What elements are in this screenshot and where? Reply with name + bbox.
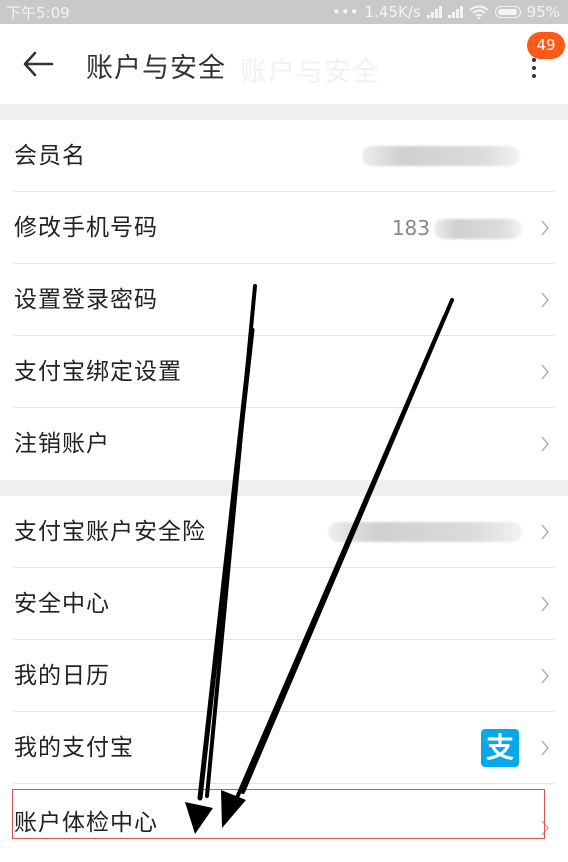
more-vertical-icon[interactable] (524, 58, 544, 82)
blurred-value (328, 522, 522, 542)
row-label: 注销账户 (14, 431, 110, 457)
blurred-value (362, 146, 520, 166)
row-account-checkup[interactable]: 账户体检中心 (14, 784, 554, 856)
chevron-right-icon (541, 364, 550, 380)
row-label: 我的日历 (14, 663, 110, 689)
network-speed: 1.45K/s (364, 3, 421, 21)
section-divider (0, 104, 568, 120)
row-label: 支付宝账户安全险 (14, 519, 206, 545)
row-member-name[interactable]: 会员名 (14, 120, 554, 192)
notification-badge: 49 (527, 32, 565, 59)
signal-icon-2 (447, 6, 463, 18)
phone-prefix: 183 (391, 216, 430, 240)
row-label: 会员名 (14, 143, 86, 169)
row-label: 支付宝绑定设置 (14, 359, 182, 385)
status-dots: ••• (332, 3, 359, 21)
row-label: 安全中心 (14, 591, 110, 617)
battery-icon (494, 6, 521, 18)
battery-level: 95% (526, 3, 560, 21)
status-time: 下午5:09 (6, 3, 70, 22)
app-header: 账户与安全 账户与安全 49 (0, 24, 568, 104)
blurred-value (434, 219, 522, 239)
chevron-right-icon (541, 596, 550, 612)
row-alipay-binding[interactable]: 支付宝绑定设置 (14, 336, 554, 408)
chevron-right-icon (541, 740, 550, 756)
alipay-icon: 支 (481, 729, 519, 767)
chevron-right-icon (541, 524, 550, 540)
chevron-right-icon (541, 292, 550, 308)
row-my-alipay[interactable]: 我的支付宝 支 (14, 712, 554, 784)
chevron-right-icon (541, 220, 550, 236)
status-indicators: ••• 1.45K/s 95% (332, 3, 560, 21)
chevron-right-icon (541, 436, 550, 452)
row-label: 账户体检中心 (14, 810, 158, 836)
status-bar: 下午5:09 ••• 1.45K/s 95% (0, 0, 568, 24)
row-alipay-insurance[interactable]: 支付宝账户安全险 (14, 496, 554, 568)
section-divider (0, 480, 568, 496)
row-change-phone[interactable]: 修改手机号码 183 (14, 192, 554, 264)
ghost-title: 账户与安全 (240, 57, 380, 88)
row-label: 我的支付宝 (14, 735, 134, 761)
signal-icon (426, 6, 442, 18)
chevron-right-icon (541, 668, 550, 684)
row-my-calendar[interactable]: 我的日历 (14, 640, 554, 712)
row-security-center[interactable]: 安全中心 (14, 568, 554, 640)
row-cancel-account[interactable]: 注销账户 (14, 408, 554, 480)
row-label: 修改手机号码 (14, 215, 158, 241)
row-set-login-password[interactable]: 设置登录密码 (14, 264, 554, 336)
wifi-icon (469, 5, 489, 19)
page-title: 账户与安全 (86, 53, 226, 84)
back-arrow-icon[interactable] (22, 50, 54, 78)
row-label: 设置登录密码 (14, 287, 158, 313)
